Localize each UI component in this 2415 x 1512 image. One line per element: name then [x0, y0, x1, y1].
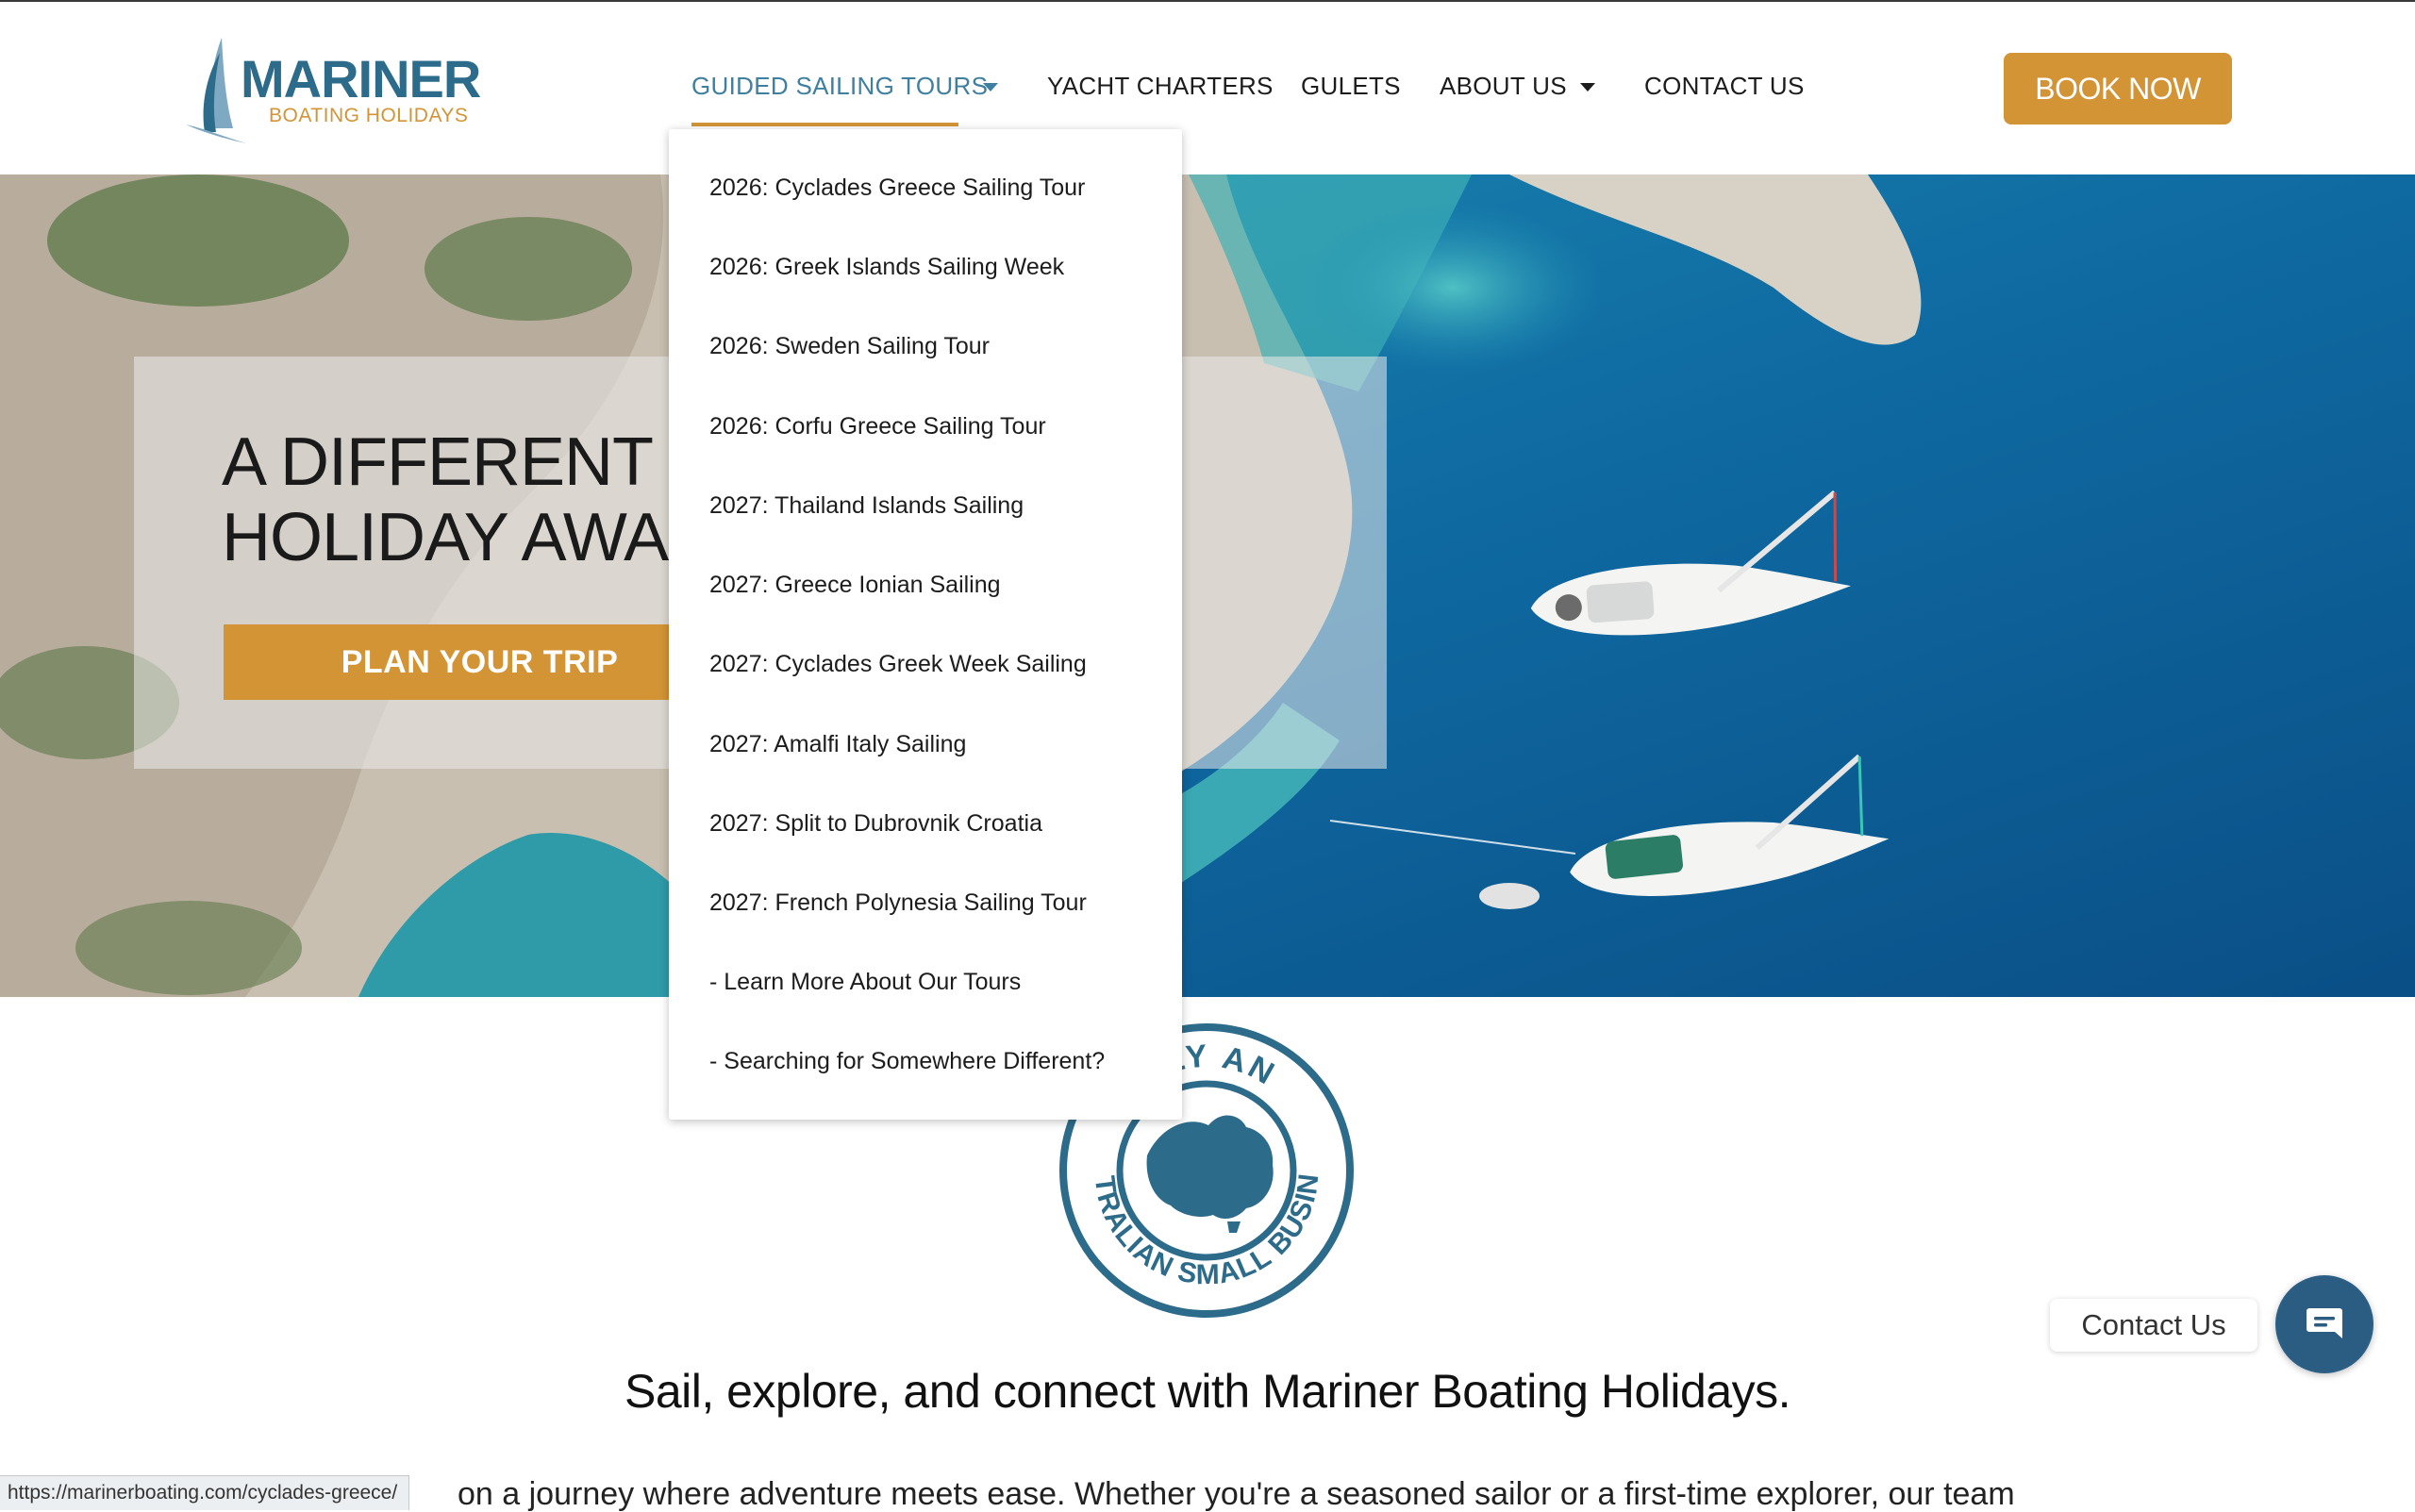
plan-your-trip-button[interactable]: PLAN YOUR TRIP	[224, 624, 736, 700]
site-header: MARINER BOATING HOLIDAYS GUIDED SAILING …	[0, 2, 2415, 174]
hero-title-line-2: HOLIDAY AWA	[222, 500, 669, 575]
dropdown-item[interactable]: - Searching for Somewhere Different?	[709, 1050, 1105, 1073]
dropdown-item[interactable]: 2027: Split to Dubrovnik Croatia	[709, 812, 1042, 836]
nav-contact-us[interactable]: CONTACT US	[1644, 74, 1805, 98]
nav-guided-sailing-tours[interactable]: GUIDED SAILING TOURS	[691, 74, 988, 98]
contact-us-label[interactable]: Contact Us	[2050, 1299, 2257, 1352]
active-nav-underline	[691, 123, 958, 126]
dropdown-item[interactable]: 2026: Cyclades Greece Sailing Tour	[709, 176, 1085, 200]
nav-yacht-charters[interactable]: YACHT CHARTERS	[1047, 74, 1274, 98]
dropdown-item[interactable]: 2026: Corfu Greece Sailing Tour	[709, 415, 1046, 439]
intro-paragraph: on a journey where adventure meets ease.…	[458, 1476, 2015, 1512]
contact-chat-button[interactable]	[2275, 1275, 2373, 1373]
dropdown-item[interactable]: 2026: Greek Islands Sailing Week	[709, 256, 1064, 279]
link-status-url: https://marinerboating.com/cyclades-gree…	[0, 1475, 410, 1510]
dropdown-item[interactable]: 2026: Sweden Sailing Tour	[709, 335, 990, 358]
logo-subtitle: BOATING HOLIDAYS	[269, 105, 469, 126]
dropdown-item[interactable]: 2027: Amalfi Italy Sailing	[709, 733, 966, 756]
chevron-down-icon[interactable]	[983, 83, 998, 91]
nav-about-us[interactable]: ABOUT US	[1440, 74, 1567, 98]
nav-gulets[interactable]: GULETS	[1301, 74, 1401, 98]
hero-title-line-1: A DIFFERENT K	[222, 424, 715, 500]
hero-title: A DIFFERENT K HOLIDAY AWA	[222, 424, 715, 575]
guided-tours-dropdown-menu: 2026: Cyclades Greece Sailing Tour 2026:…	[669, 129, 1182, 1120]
dropdown-item[interactable]: - Learn More About Our Tours	[709, 971, 1021, 994]
dropdown-item[interactable]: 2027: French Polynesia Sailing Tour	[709, 891, 1087, 915]
book-now-button[interactable]: BOOK NOW	[2004, 53, 2232, 125]
logo-name: MARINER	[241, 49, 481, 108]
tagline-heading: Sail, explore, and connect with Mariner …	[624, 1365, 1791, 1418]
dropdown-item[interactable]: 2027: Cyclades Greek Week Sailing	[709, 653, 1087, 676]
mariner-logo[interactable]: MARINER BOATING HOLIDAYS	[184, 34, 495, 147]
dropdown-item[interactable]: 2027: Greece Ionian Sailing	[709, 573, 1001, 597]
chevron-down-icon[interactable]	[1580, 83, 1595, 91]
hero-banner: A DIFFERENT K HOLIDAY AWA PLAN YOUR TRIP	[0, 174, 2415, 997]
dropdown-item[interactable]: 2027: Thailand Islands Sailing	[709, 494, 1024, 518]
chat-icon	[2307, 1308, 2342, 1338]
